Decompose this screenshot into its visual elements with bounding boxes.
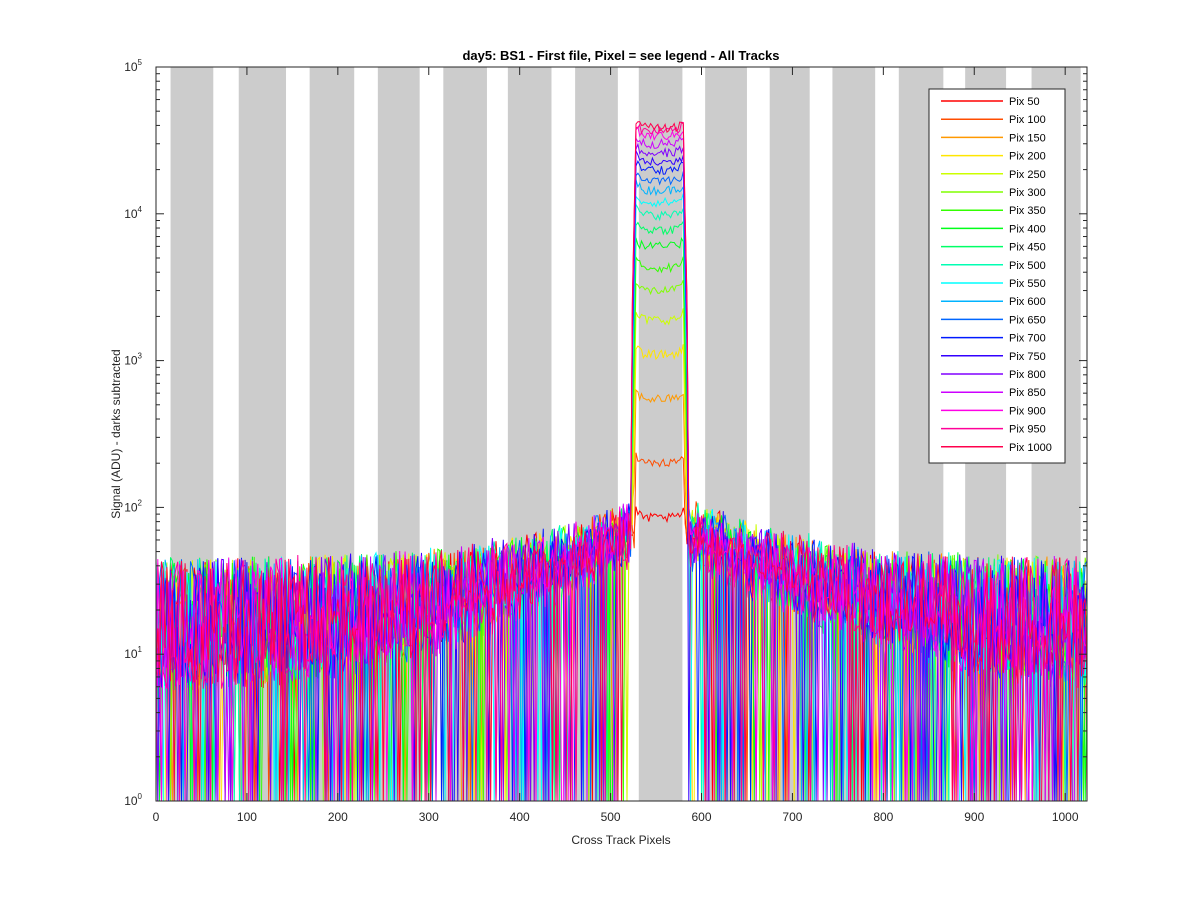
legend-label: Pix 950 [1009, 424, 1046, 436]
y-tick-label: 101 [124, 645, 142, 661]
legend-label: Pix 50 [1009, 96, 1040, 108]
chart-title: day5: BS1 - First file, Pixel = see lege… [462, 48, 779, 63]
legend-label: Pix 650 [1009, 314, 1046, 326]
legend-label: Pix 850 [1009, 387, 1046, 399]
x-tick-label: 500 [601, 810, 621, 824]
legend-label: Pix 500 [1009, 260, 1046, 272]
y-tick-label: 105 [124, 58, 142, 74]
x-tick-label: 600 [691, 810, 711, 824]
legend-label: Pix 800 [1009, 369, 1046, 381]
legend-label: Pix 150 [1009, 132, 1046, 144]
legend-label: Pix 1000 [1009, 442, 1052, 454]
legend-label: Pix 450 [1009, 242, 1046, 254]
x-tick-label: 800 [873, 810, 893, 824]
x-tick-label: 100 [237, 810, 257, 824]
gray-band-7 [638, 67, 683, 801]
legend-label: Pix 550 [1009, 278, 1046, 290]
legend-label: Pix 300 [1009, 187, 1046, 199]
x-tick-label: 400 [510, 810, 530, 824]
y-tick-label: 104 [124, 205, 142, 221]
legend-label: Pix 350 [1009, 205, 1046, 217]
y-tick-label: 100 [124, 792, 142, 808]
legend: Pix 50 Pix 100 Pix 150 Pix 200 Pix 250 Pix 30… [928, 88, 1066, 464]
y-tick-label: 102 [124, 498, 142, 514]
y-tick-label: 103 [124, 352, 142, 368]
y-axis-label: Signal (ADU) - darks subtracted [109, 349, 123, 518]
x-tick-label: 300 [419, 810, 439, 824]
legend-label: Pix 200 [1009, 151, 1046, 163]
figure: 0 100 200 300 400 500 600 700 800 900 1000 100 101 10… [109, 48, 1088, 847]
legend-label: Pix 700 [1009, 333, 1046, 345]
legend-label: Pix 600 [1009, 296, 1046, 308]
x-tick-label: 900 [964, 810, 984, 824]
x-tick-label: 700 [782, 810, 802, 824]
x-tick-label: 200 [328, 810, 348, 824]
x-tick-label: 1000 [1052, 810, 1079, 824]
legend-label: Pix 900 [1009, 405, 1046, 417]
legend-label: Pix 400 [1009, 223, 1046, 235]
x-axis-label: Cross Track Pixels [571, 833, 670, 847]
legend-label: Pix 100 [1009, 114, 1046, 126]
x-tick-label: 0 [153, 810, 160, 824]
legend-label: Pix 750 [1009, 351, 1046, 363]
legend-label: Pix 250 [1009, 169, 1046, 181]
